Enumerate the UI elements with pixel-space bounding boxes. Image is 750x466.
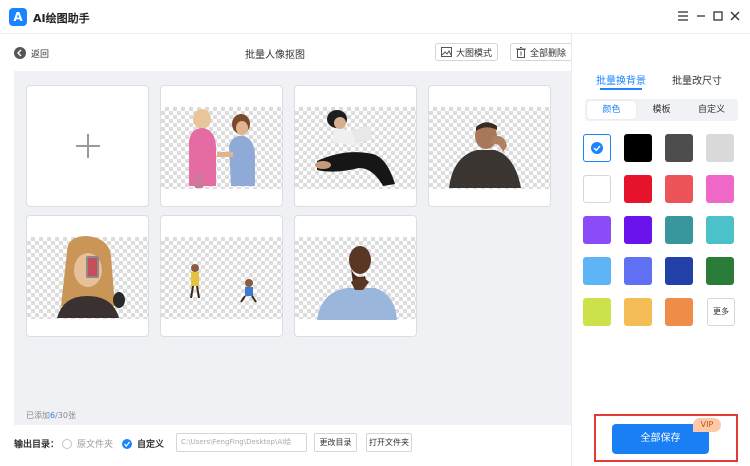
- swatch-cyan[interactable]: [706, 216, 734, 244]
- image-tile[interactable]: [428, 85, 551, 207]
- woman-selfie-image: [57, 236, 125, 318]
- settings-panel: 批量换背景 批量改尺寸 颜色 模板 自定义 更多 全部保存 VIP: [571, 34, 750, 466]
- swatch-blue[interactable]: [624, 257, 652, 285]
- vip-badge: VIP: [693, 418, 721, 432]
- woman-reading-image: [315, 110, 395, 186]
- swatch-pink[interactable]: [706, 175, 734, 203]
- active-tab-indicator: [600, 88, 642, 90]
- seg-template[interactable]: 模板: [637, 101, 686, 119]
- image-tile[interactable]: [294, 85, 417, 207]
- maximize-icon[interactable]: [711, 9, 725, 23]
- delete-all-label: 全部删除: [530, 48, 567, 59]
- radio-checked-icon: [122, 438, 132, 449]
- check-icon: [591, 142, 603, 154]
- radio-original-folder[interactable]: 原文件夹: [62, 437, 113, 450]
- output-dir-label: 输出目录：: [14, 440, 60, 450]
- radio-custom-folder[interactable]: 自定义: [122, 437, 164, 450]
- swatch-navy[interactable]: [665, 257, 693, 285]
- plus-icon: [75, 134, 100, 158]
- kids-playing-image: [190, 264, 257, 303]
- change-dir-button[interactable]: 更改目录: [314, 433, 357, 452]
- seg-custom[interactable]: 自定义: [687, 101, 736, 119]
- large-view-button[interactable]: 大图模式: [435, 43, 499, 61]
- menu-icon[interactable]: [676, 9, 690, 23]
- tab-batch-resize[interactable]: 批量改尺寸: [672, 72, 722, 87]
- swatch-yellow-orange[interactable]: [624, 298, 652, 326]
- swatch-teal[interactable]: [665, 216, 693, 244]
- minimize-icon[interactable]: [694, 9, 708, 23]
- swatch-transparent[interactable]: [583, 134, 611, 162]
- swatch-orange[interactable]: [665, 298, 693, 326]
- swatch-dark-gray[interactable]: [665, 134, 693, 162]
- title-bar: A AI绘图助手: [0, 0, 750, 34]
- large-view-label: 大图模式: [456, 48, 493, 59]
- swatch-light-red[interactable]: [665, 175, 693, 203]
- swatch-lime[interactable]: [583, 298, 611, 326]
- seg-color[interactable]: 颜色: [587, 101, 636, 119]
- app-title: AI绘图助手: [33, 12, 90, 25]
- background-type-switch: 颜色 模板 自定义: [585, 99, 738, 121]
- back-arrow-icon: [14, 47, 26, 59]
- close-icon[interactable]: [728, 9, 742, 23]
- back-label: 返回: [31, 49, 50, 60]
- image-tile[interactable]: [160, 215, 283, 337]
- trash-icon: [516, 46, 526, 58]
- radio-unchecked-icon: [62, 438, 72, 449]
- back-button[interactable]: 返回: [14, 46, 49, 60]
- image-tile[interactable]: [160, 85, 283, 207]
- pondering-man-image: [317, 246, 397, 320]
- image-tile[interactable]: [294, 215, 417, 337]
- swatch-red[interactable]: [624, 175, 652, 203]
- swatch-green[interactable]: [706, 257, 734, 285]
- swatch-black[interactable]: [624, 134, 652, 162]
- thinking-man-image: [449, 122, 521, 188]
- swatch-white[interactable]: [583, 175, 611, 203]
- more-colors-button[interactable]: 更多: [707, 298, 735, 326]
- image-count: 已添加6/30张: [26, 411, 76, 420]
- swatch-purple[interactable]: [624, 216, 652, 244]
- open-folder-button[interactable]: 打开文件夹: [366, 433, 412, 452]
- page-title: 批量人像抠图: [245, 50, 305, 61]
- tab-batch-background[interactable]: 批量换背景: [596, 72, 646, 87]
- image-tile[interactable]: [26, 215, 149, 337]
- two-girls-image: [189, 109, 255, 188]
- image-icon: [441, 47, 452, 57]
- swatch-violet[interactable]: [583, 216, 611, 244]
- swatch-light-gray[interactable]: [706, 134, 734, 162]
- add-image-tile[interactable]: [26, 85, 149, 207]
- delete-all-button[interactable]: 全部删除: [510, 43, 573, 61]
- output-path-field[interactable]: C:\Users\FengFing\Desktop\AI绘: [176, 433, 307, 452]
- app-logo: A: [9, 8, 27, 26]
- swatch-sky-blue[interactable]: [583, 257, 611, 285]
